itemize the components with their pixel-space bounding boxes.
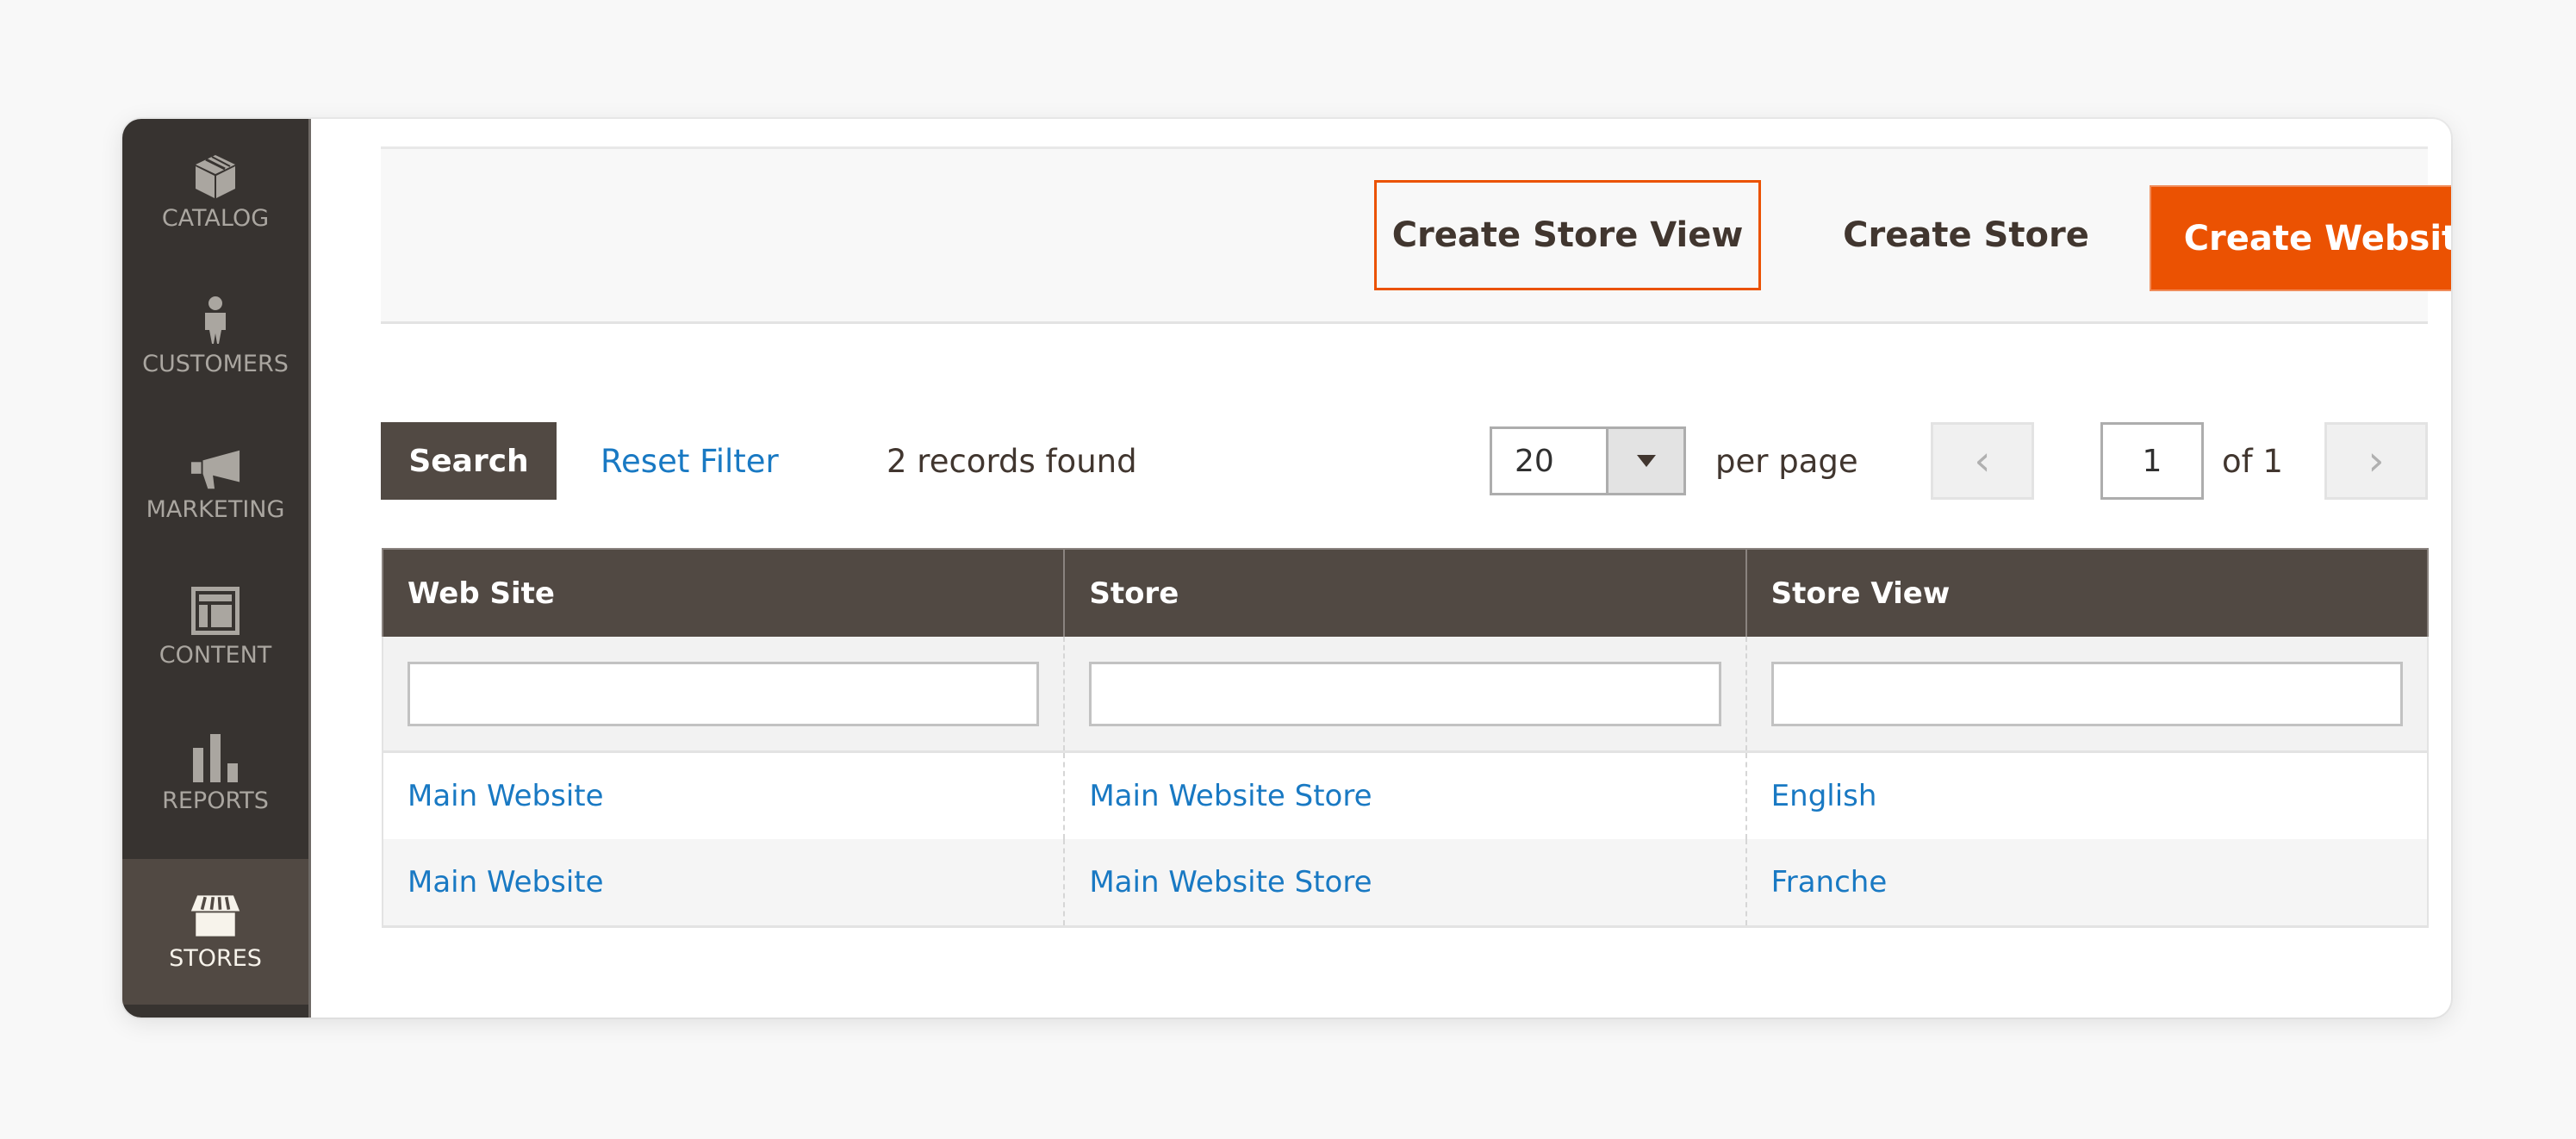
- next-page-button[interactable]: ›: [2324, 422, 2428, 500]
- reset-filter-link[interactable]: Reset Filter: [600, 422, 779, 500]
- chevron-right-icon: ›: [2368, 437, 2385, 485]
- create-store-button[interactable]: Create Store: [1794, 180, 2138, 290]
- grid-header-row: Web Site Store Store View: [381, 548, 2430, 637]
- chevron-down-icon[interactable]: [1608, 429, 1683, 493]
- filter-cell: [1745, 637, 2430, 753]
- sidebar-item-customers[interactable]: CUSTOMERS: [122, 265, 308, 410]
- store-link[interactable]: Main Website Store: [1089, 865, 1372, 899]
- current-page-input[interactable]: [2100, 422, 2204, 500]
- admin-sidebar: CATALOG CUSTOMERS MARKETING CONTENT REPO…: [122, 119, 311, 1018]
- filter-row: [381, 637, 2430, 753]
- per-page-label: per page: [1715, 442, 1858, 480]
- admin-panel-card: CATALOG CUSTOMERS MARKETING CONTENT REPO…: [122, 119, 2451, 1018]
- sidebar-item-label: MARKETING: [146, 496, 285, 523]
- store-view-filter-input[interactable]: [1770, 661, 2403, 726]
- records-found-count: 2 records found: [887, 442, 1137, 480]
- sidebar-item-marketing[interactable]: MARKETING: [122, 410, 308, 556]
- stores-grid: Web Site Store Store View Main Website M…: [381, 548, 2430, 928]
- store-link[interactable]: Main Website Store: [1089, 779, 1372, 813]
- per-page-value: 20: [1492, 429, 1608, 493]
- sidebar-item-content[interactable]: CONTENT: [122, 556, 308, 701]
- storefront-icon: [190, 892, 241, 940]
- create-website-button[interactable]: Create Website: [2150, 185, 2451, 291]
- sidebar-item-catalog[interactable]: CATALOG: [122, 119, 308, 265]
- per-page-select[interactable]: 20: [1490, 426, 1686, 495]
- web-site-filter-input[interactable]: [408, 661, 1040, 726]
- filter-cell: [381, 637, 1066, 753]
- sidebar-item-label: REPORTS: [162, 787, 269, 814]
- sidebar-item-label: CONTENT: [159, 642, 272, 669]
- store-cell: Main Website Store: [1064, 839, 1747, 928]
- column-header-store-view[interactable]: Store View: [1745, 548, 2430, 637]
- create-store-view-button[interactable]: Create Store View: [1374, 180, 1761, 290]
- sidebar-item-label: STORES: [169, 945, 262, 972]
- column-header-web-site[interactable]: Web Site: [381, 548, 1066, 637]
- search-button[interactable]: Search: [381, 422, 557, 500]
- column-header-store[interactable]: Store: [1064, 548, 1747, 637]
- store-cell: Main Website Store: [1064, 751, 1747, 839]
- bar-chart-icon: [190, 734, 241, 782]
- web-site-cell: Main Website: [381, 839, 1066, 928]
- box-icon: [190, 152, 241, 200]
- layout-icon: [190, 587, 241, 637]
- store-filter-input[interactable]: [1089, 661, 1721, 726]
- megaphone-icon: [190, 443, 241, 491]
- store-view-link[interactable]: Franche: [1771, 865, 1888, 899]
- previous-page-button[interactable]: ‹: [1931, 422, 2034, 500]
- total-pages-label: of 1: [2222, 442, 2283, 480]
- store-view-link[interactable]: English: [1771, 779, 1877, 813]
- web-site-link[interactable]: Main Website: [408, 779, 604, 813]
- table-row: Main Website Main Website Store Franche: [381, 839, 2430, 928]
- page-actions-bar: Create Store View Create Store Create We…: [381, 146, 2451, 324]
- store-view-cell: English: [1745, 751, 2430, 839]
- filter-cell: [1064, 637, 1747, 753]
- web-site-cell: Main Website: [381, 751, 1066, 839]
- store-view-cell: Franche: [1745, 839, 2430, 928]
- sidebar-item-label: CATALOG: [161, 205, 270, 232]
- web-site-link[interactable]: Main Website: [408, 865, 604, 899]
- sidebar-item-reports[interactable]: REPORTS: [122, 701, 308, 847]
- chevron-left-icon: ‹: [1974, 437, 1991, 485]
- sidebar-item-label: CUSTOMERS: [142, 351, 289, 377]
- table-row: Main Website Main Website Store English: [381, 751, 2430, 839]
- person-icon: [190, 296, 241, 345]
- sidebar-item-stores[interactable]: STORES: [122, 859, 308, 1005]
